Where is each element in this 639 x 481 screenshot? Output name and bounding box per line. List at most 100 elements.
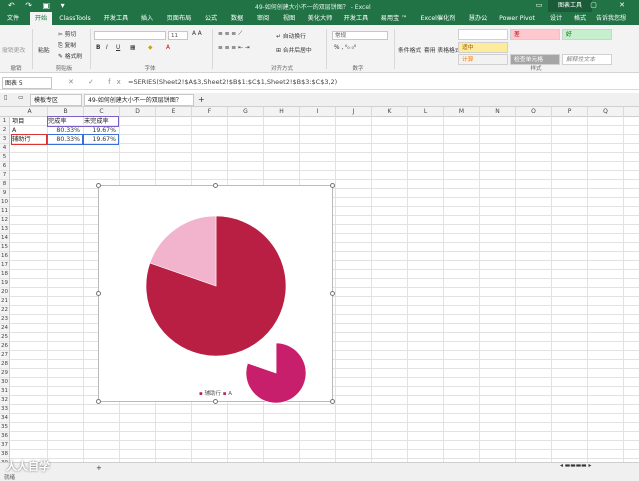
cell-b3[interactable]: 80.33% [47,134,83,145]
tab-page-layout[interactable]: 页面布局 [162,12,196,25]
workbook-tab-template[interactable]: 模板专区 [30,94,82,106]
row-header-32[interactable]: 32 [0,396,10,405]
row-header-1[interactable]: 1 [0,117,10,126]
tab-data[interactable]: 数据 [226,12,248,25]
row-header-16[interactable]: 16 [0,252,10,261]
copy-button[interactable]: ⎘ 复制 [58,40,76,50]
tab-review[interactable]: 审阅 [252,12,274,25]
row-header-33[interactable]: 33 [0,405,10,414]
resize-handle[interactable] [96,399,101,404]
resize-handle[interactable] [330,399,335,404]
cell-b2[interactable]: 80.33% [48,126,82,135]
new-tab-button[interactable]: + [198,95,205,104]
column-header-n[interactable]: N [480,107,516,117]
row-header-35[interactable]: 35 [0,423,10,432]
column-header-e[interactable]: E [156,107,192,117]
column-header-o[interactable]: O [516,107,552,117]
style-explanatory[interactable]: 解释性文本 [562,54,612,65]
tab-beautify[interactable]: 美化大师 [304,12,336,25]
row-header-36[interactable]: 36 [0,432,10,441]
row-header-20[interactable]: 20 [0,288,10,297]
column-header-i[interactable]: I [300,107,336,117]
cell-c2[interactable]: 19.67% [84,126,118,135]
style-neutral[interactable]: 适中 [458,42,508,53]
wrap-text-button[interactable]: ↵ 自动换行 [276,31,306,40]
font-name-dropdown[interactable] [94,31,166,40]
row-header-15[interactable]: 15 [0,243,10,252]
undo-changes-button[interactable]: 撤销更改 [2,45,25,54]
row-header-12[interactable]: 12 [0,216,10,225]
style-normal-cell[interactable] [458,29,508,40]
cut-button[interactable]: ✂ 剪切 [58,29,76,38]
tab-developer-2[interactable]: 开发工具 [340,12,372,25]
tab-excel-catalyst[interactable]: Excel催化剂 [416,12,460,25]
align-left-icons[interactable]: ≡ ≡ ≡ ⇤ ⇥ [218,45,250,51]
cell-a2[interactable]: A [12,126,46,135]
row-header-27[interactable]: 27 [0,351,10,360]
row-header-2[interactable]: 2 [0,126,10,135]
horizontal-scrollbar[interactable]: ◂ ▬▬▬▬ ▸ [560,463,591,469]
number-format-icons[interactable]: % , ⁰₀ ₀⁰ [334,45,356,51]
tab-home[interactable]: 开始 [30,12,52,25]
row-header-5[interactable]: 5 [0,153,10,162]
row-header-8[interactable]: 8 [0,180,10,189]
tab-huibangong[interactable]: 慧办公 [464,12,492,25]
row-header-25[interactable]: 25 [0,333,10,342]
underline-button[interactable]: U [116,45,120,51]
name-box[interactable]: 图表 5 [2,77,52,89]
tab-format[interactable]: 格式 [570,12,590,25]
row-header-37[interactable]: 37 [0,441,10,450]
chart-legend[interactable]: ▪ 辅助行 ▪ A [199,389,232,397]
format-painter-button[interactable]: ✎ 格式刷 [58,51,82,60]
row-header-6[interactable]: 6 [0,162,10,171]
column-header-c[interactable]: C [84,107,120,117]
paste-button[interactable]: 粘贴 [38,45,50,54]
row-header-11[interactable]: 11 [0,207,10,216]
cell-a3[interactable]: 辅助行 [11,134,47,145]
window-controls[interactable]: ▭ – ▢ ✕ [536,1,635,9]
resize-handle[interactable] [213,399,218,404]
row-header-3[interactable]: 3 [0,135,10,144]
row-header-24[interactable]: 24 [0,324,10,333]
row-header-18[interactable]: 18 [0,270,10,279]
resize-handle[interactable] [330,183,335,188]
formula-icons[interactable]: ✕ ✓ fx [68,78,127,86]
align-top-icons[interactable]: ≡ ≡ ≡ ⟋ [218,31,242,38]
fill-color-icon[interactable]: ◆ [148,45,152,51]
column-header-h[interactable]: H [264,107,300,117]
row-header-29[interactable]: 29 [0,369,10,378]
resize-handle[interactable] [213,183,218,188]
new-document-icon[interactable]: ▯ [4,95,7,101]
tab-easyuse[interactable]: 易用宝 ™ [376,12,412,25]
grow-shrink-font-buttons[interactable]: A A [192,31,202,37]
row-header-9[interactable]: 9 [0,189,10,198]
column-header-m[interactable]: M [444,107,480,117]
add-sheet-button[interactable]: + [96,464,102,472]
pie-chart[interactable]: ▪ 辅助行 ▪ A [96,183,335,404]
row-header-19[interactable]: 19 [0,279,10,288]
tab-file[interactable]: 文件 [2,12,24,25]
font-color-icon[interactable]: A [166,45,170,51]
column-header-a[interactable]: A [12,107,48,117]
resize-handle[interactable] [330,291,335,296]
tab-design[interactable]: 设计 [546,12,566,25]
row-header-23[interactable]: 23 [0,315,10,324]
row-header-13[interactable]: 13 [0,225,10,234]
column-header-k[interactable]: K [372,107,408,117]
column-header-g[interactable]: G [228,107,264,117]
tab-classtools[interactable]: ClassTools [55,12,95,25]
row-header-30[interactable]: 30 [0,378,10,387]
conditional-format-button[interactable]: 条件格式 [398,45,421,54]
column-header-l[interactable]: L [408,107,444,117]
row-header-31[interactable]: 31 [0,387,10,396]
italic-button[interactable]: I [106,45,108,51]
folder-icon[interactable]: ▭ [18,95,23,101]
number-format-dropdown[interactable]: 常规 [332,31,388,40]
row-header-4[interactable]: 4 [0,144,10,153]
font-size-dropdown[interactable]: 11 [168,31,188,40]
resize-handle[interactable] [96,183,101,188]
column-header-r[interactable]: R [624,107,639,117]
tab-power-pivot[interactable]: Power Pivot [496,12,538,25]
style-bad[interactable]: 差 [510,29,560,40]
tell-me-box[interactable]: 告诉我您想 [596,12,626,25]
